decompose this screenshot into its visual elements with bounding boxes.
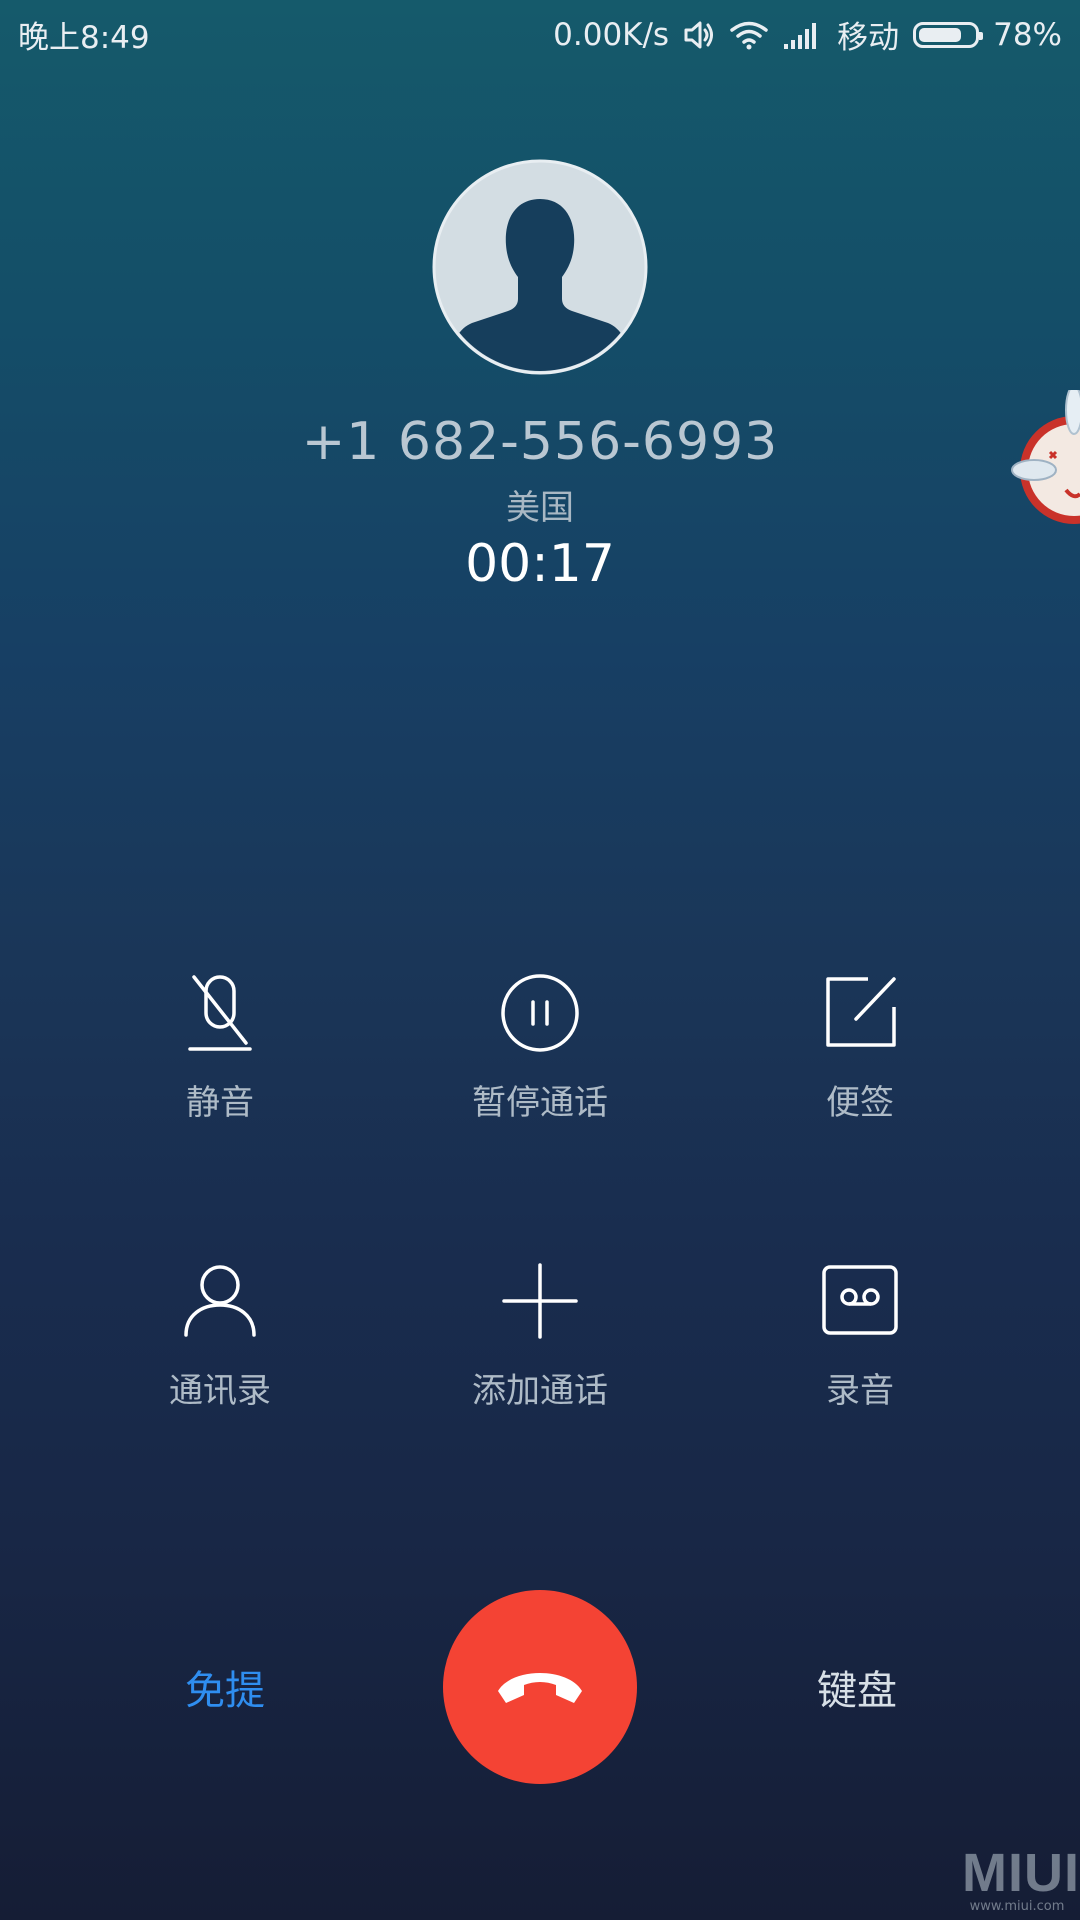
battery-percent: 78% [993, 16, 1062, 53]
caller-location: 美国 [506, 488, 574, 528]
end-call-button[interactable] [443, 1590, 637, 1784]
status-time: 晚上8:49 [18, 20, 150, 56]
volume-icon [683, 20, 715, 50]
mute-label: 静音 [186, 1083, 254, 1123]
add-call-label: 添加通话 [472, 1371, 608, 1411]
mascot-floating-icon[interactable] [1006, 385, 1080, 540]
mute-button[interactable]: 静音 [90, 973, 350, 1153]
keypad-button[interactable]: 键盘 [772, 1658, 942, 1716]
contacts-button[interactable]: 通讯录 [90, 1261, 350, 1441]
net-speed: 0.00K/s [553, 16, 670, 53]
record-button[interactable]: 录音 [730, 1261, 990, 1441]
hold-call-label: 暂停通话 [472, 1083, 608, 1123]
speakerphone-button[interactable]: 免提 [140, 1658, 310, 1716]
hang-up-icon [492, 1661, 588, 1713]
watermark-logo: MIUI [962, 1843, 1080, 1903]
call-duration: 00:17 [465, 534, 615, 594]
note-label: 便签 [826, 1083, 894, 1123]
watermark-url: www.miui.com [969, 1899, 1065, 1914]
wifi-icon [729, 20, 769, 50]
battery-icon [913, 21, 984, 48]
plus-icon [500, 1261, 580, 1341]
voicemail-record-icon [820, 1261, 900, 1341]
record-label: 录音 [826, 1371, 894, 1411]
miui-watermark: MIUI www.miui.com [962, 1843, 1080, 1914]
contact-icon [180, 1261, 260, 1341]
pause-icon [500, 973, 580, 1053]
caller-avatar [432, 159, 648, 375]
note-icon [820, 973, 900, 1053]
battery-tip [979, 31, 984, 40]
mic-muted-icon [180, 973, 260, 1053]
battery-level-fill [919, 27, 962, 42]
status-right-group: 0.00K/s 移动 78% [553, 12, 1062, 57]
contacts-label: 通讯录 [169, 1371, 271, 1411]
add-call-button[interactable]: 添加通话 [410, 1261, 670, 1441]
note-button[interactable]: 便签 [730, 973, 990, 1153]
signal-icon [783, 20, 823, 50]
carrier-name: 移动 [837, 20, 900, 56]
caller-number: +1 682-556-6993 [301, 412, 779, 472]
status-bar: 晚上8:49 0.00K/s 移动 78% [0, 0, 1080, 62]
hold-call-button[interactable]: 暂停通话 [410, 973, 670, 1153]
